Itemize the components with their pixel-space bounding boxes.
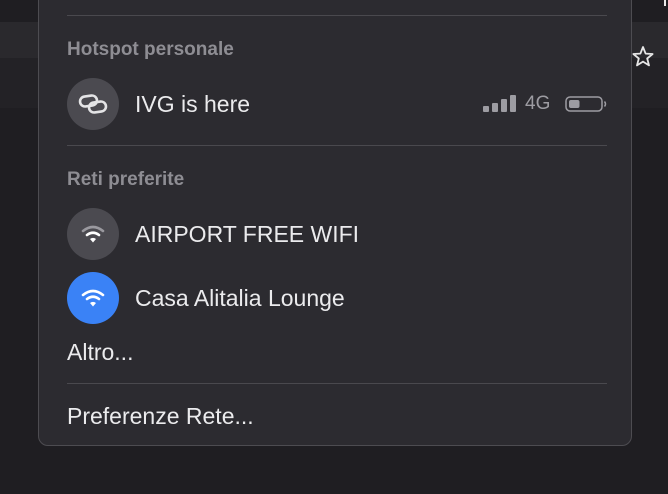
- network-item-airport-free-wifi[interactable]: AIRPORT FREE WIFI: [67, 208, 607, 260]
- network-name: AIRPORT FREE WIFI: [135, 221, 360, 247]
- hotspot-device-name: IVG is here: [135, 91, 251, 117]
- separator: [67, 145, 607, 146]
- separator: [67, 383, 607, 384]
- hotspot-item[interactable]: IVG is here 4G: [67, 78, 607, 130]
- preferred-section-header: Reti preferite: [67, 169, 185, 190]
- separator: [67, 15, 607, 16]
- wifi-icon: [67, 208, 119, 260]
- wifi-icon: [67, 272, 119, 324]
- hotspot-section-header: Hotspot personale: [67, 39, 234, 60]
- menubar-edge: [664, 0, 666, 6]
- link-icon: [67, 78, 119, 130]
- battery-icon: [565, 96, 607, 112]
- cellular-signal-icon: [483, 93, 519, 115]
- network-preferences-item[interactable]: Preferenze Rete...: [67, 403, 254, 430]
- network-item-casa-alitalia-lounge[interactable]: Casa Alitalia Lounge: [67, 272, 607, 324]
- star-icon[interactable]: [630, 44, 656, 70]
- wifi-menu: Hotspot personale IVG is here 4G Reti pr…: [38, 0, 632, 446]
- network-type: 4G: [525, 93, 551, 114]
- hotspot-status: 4G: [483, 93, 607, 115]
- network-name: Casa Alitalia Lounge: [135, 285, 345, 311]
- other-networks-item[interactable]: Altro...: [67, 339, 133, 366]
